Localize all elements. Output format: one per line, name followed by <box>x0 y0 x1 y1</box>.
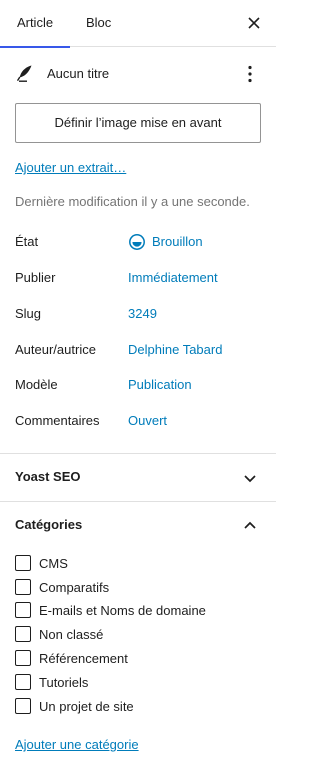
yoast-seo-title: Yoast SEO <box>15 469 81 484</box>
publish-label: Publier <box>15 270 56 285</box>
category-label[interactable]: CMS <box>39 556 68 571</box>
template-value[interactable]: Publication <box>128 377 192 392</box>
author-value[interactable]: Delphine Tabard <box>128 342 222 357</box>
chevron-down-icon <box>244 475 256 483</box>
category-label[interactable]: Référencement <box>39 651 128 666</box>
category-checkbox[interactable] <box>15 626 31 642</box>
tab-bloc[interactable]: Bloc <box>86 0 111 47</box>
category-checkbox[interactable] <box>15 698 31 714</box>
meta-row-publish: Publier Immédiatement <box>0 267 276 291</box>
category-item: Tutoriels <box>0 672 276 692</box>
post-summary: Aucun titre <box>0 58 276 90</box>
category-label[interactable]: Comparatifs <box>39 580 109 595</box>
add-category-link[interactable]: Ajouter une catégorie <box>15 737 139 752</box>
categories-panel-toggle[interactable]: Catégories <box>0 502 276 550</box>
status-label: État <box>15 234 39 249</box>
sidebar-tabs: Article Bloc <box>0 0 276 48</box>
category-item: Un projet de site <box>0 696 276 716</box>
category-label[interactable]: Non classé <box>39 627 103 642</box>
template-label: Modèle <box>15 377 58 392</box>
comments-label: Commentaires <box>15 413 100 428</box>
status-value[interactable]: Brouillon <box>152 234 203 249</box>
tab-article[interactable]: Article <box>0 0 70 48</box>
slug-value[interactable]: 3249 <box>128 306 157 321</box>
publish-value[interactable]: Immédiatement <box>128 270 218 285</box>
category-item: CMS <box>0 553 276 573</box>
category-item: Comparatifs <box>0 577 276 597</box>
category-checkbox[interactable] <box>15 555 31 571</box>
meta-row-template: Modèle Publication <box>0 374 276 398</box>
category-checkbox[interactable] <box>15 579 31 595</box>
last-modified-text: Dernière modification il y a une seconde… <box>15 194 250 209</box>
category-item: E-mails et Noms de domaine <box>0 600 276 620</box>
chevron-up-icon <box>244 521 256 529</box>
post-feather-icon <box>17 65 32 82</box>
category-item: Non classé <box>0 624 276 644</box>
set-featured-image-button[interactable]: Définir l’image mise en avant <box>15 103 261 143</box>
add-excerpt-link[interactable]: Ajouter un extrait… <box>15 160 126 175</box>
comments-value[interactable]: Ouvert <box>128 413 167 428</box>
close-icon[interactable] <box>242 11 266 35</box>
slug-label: Slug <box>15 306 42 321</box>
meta-row-comments: Commentaires Ouvert <box>0 410 276 434</box>
category-checkbox[interactable] <box>15 650 31 666</box>
draft-status-icon[interactable] <box>128 233 146 251</box>
category-checkbox[interactable] <box>15 602 31 618</box>
meta-row-slug: Slug 3249 <box>0 303 276 327</box>
more-options-icon[interactable] <box>239 63 261 85</box>
category-checkbox[interactable] <box>15 674 31 690</box>
yoast-seo-panel-toggle[interactable]: Yoast SEO <box>0 454 276 502</box>
category-label[interactable]: Tutoriels <box>39 675 88 690</box>
category-label[interactable]: Un projet de site <box>39 699 134 714</box>
categories-title: Catégories <box>15 517 83 532</box>
author-label: Auteur/autrice <box>15 342 96 357</box>
meta-row-status: État Brouillon <box>0 231 276 255</box>
post-title: Aucun titre <box>47 66 110 81</box>
category-item: Référencement <box>0 648 276 668</box>
category-label[interactable]: E-mails et Noms de domaine <box>39 603 206 618</box>
meta-row-author: Auteur/autrice Delphine Tabard <box>0 339 276 363</box>
